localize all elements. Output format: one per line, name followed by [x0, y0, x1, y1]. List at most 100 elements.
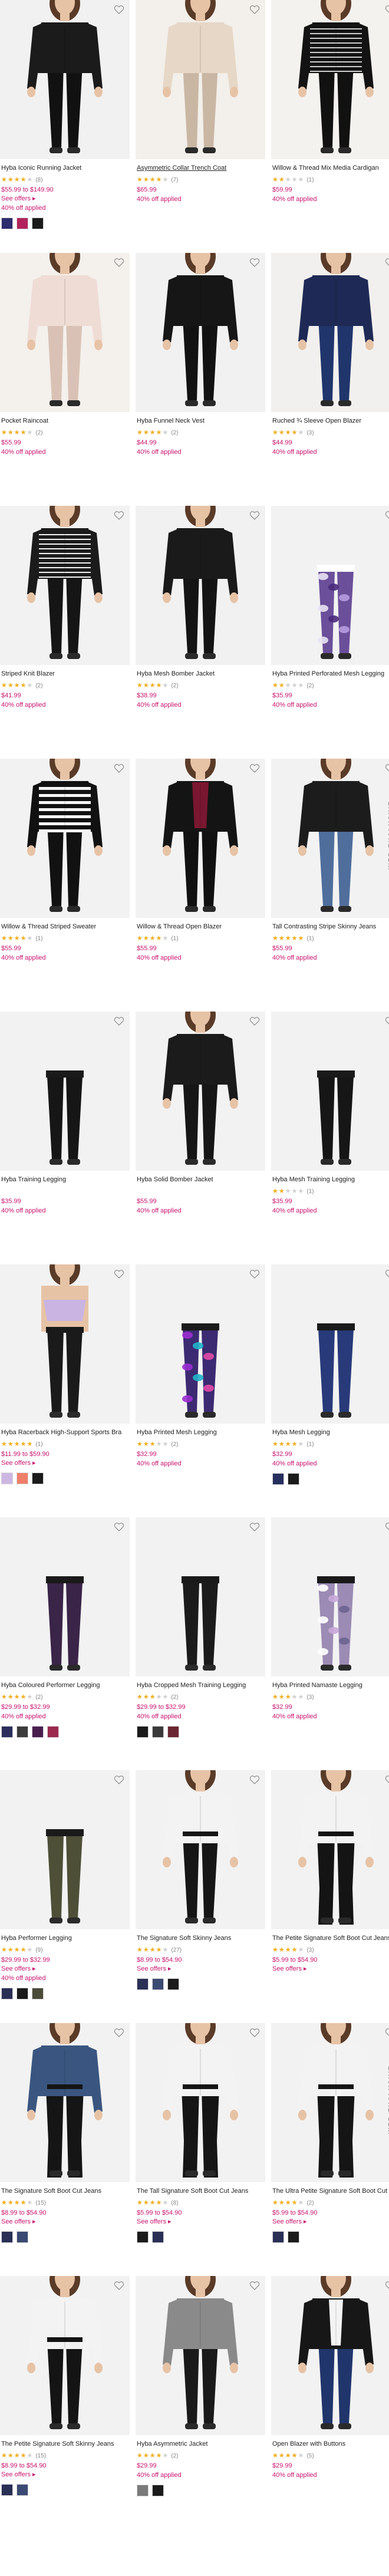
- product-image[interactable]: [0, 2023, 130, 2182]
- color-swatch[interactable]: [47, 1726, 59, 1738]
- product-image[interactable]: [271, 253, 389, 412]
- product-image[interactable]: [136, 759, 265, 918]
- product-card-15[interactable]: Hyba Mesh Training Legging ★★★★★★★★★★ (1…: [271, 1012, 389, 1264]
- see-offers-link[interactable]: See offers ▸: [1, 2218, 128, 2226]
- product-card-16[interactable]: Hyba Racerback High-Support Sports Bra ★…: [0, 1264, 130, 1517]
- color-swatch[interactable]: [152, 2231, 164, 2243]
- product-image[interactable]: [271, 0, 389, 159]
- product-image[interactable]: WEB EXCLUSIVE: [271, 759, 389, 918]
- see-offers-link[interactable]: See offers ▸: [1, 195, 128, 203]
- product-name[interactable]: Striped Knit Blazer: [1, 670, 128, 679]
- product-image[interactable]: [0, 2276, 130, 2435]
- color-swatch[interactable]: [288, 2231, 299, 2243]
- product-name[interactable]: Hyba Mesh Training Legging: [272, 1175, 389, 1185]
- heart-icon[interactable]: [249, 762, 261, 774]
- product-name[interactable]: Hyba Asymmetric Jacket: [137, 2440, 264, 2449]
- color-swatch[interactable]: [1, 2231, 13, 2243]
- product-image[interactable]: [136, 2023, 265, 2182]
- heart-icon[interactable]: [249, 4, 261, 15]
- product-name[interactable]: The Petite Signature Soft Skinny Jeans: [1, 2440, 128, 2449]
- heart-icon[interactable]: [113, 2279, 125, 2291]
- product-card-5[interactable]: Hyba Funnel Neck Vest ★★★★★★★★★★ (2) $44…: [136, 253, 265, 506]
- heart-icon[interactable]: [113, 1015, 125, 1027]
- product-name[interactable]: Open Blazer with Buttons: [272, 2440, 389, 2449]
- color-swatch[interactable]: [272, 1473, 284, 1485]
- product-name[interactable]: Hyba Performer Legging: [1, 1934, 128, 1943]
- product-card-13[interactable]: Hyba Training Legging ★★★★★★★★★★ $35.99 …: [0, 1012, 130, 1264]
- color-swatch[interactable]: [32, 1988, 44, 1999]
- heart-icon[interactable]: [384, 509, 389, 521]
- product-name[interactable]: Willow & Thread Mix Media Cardigan: [272, 164, 389, 173]
- product-card-24[interactable]: The Petite Signature Soft Boot Cut Jeans…: [271, 1770, 389, 2023]
- heart-icon[interactable]: [384, 4, 389, 15]
- product-card-29[interactable]: Hyba Asymmetric Jacket ★★★★★★★★★★ (2) $2…: [136, 2276, 265, 2529]
- heart-icon[interactable]: [249, 1268, 261, 1280]
- product-name[interactable]: Hyba Printed Perforated Mesh Legging: [272, 670, 389, 679]
- color-swatch[interactable]: [152, 2485, 164, 2496]
- heart-icon[interactable]: [113, 1268, 125, 1280]
- color-swatch[interactable]: [288, 1473, 299, 1485]
- see-offers-link[interactable]: See offers ▸: [137, 1965, 264, 1974]
- color-swatch[interactable]: [137, 1978, 149, 1990]
- see-offers-link[interactable]: See offers ▸: [1, 2470, 128, 2479]
- product-image[interactable]: [271, 1264, 389, 1424]
- product-card-11[interactable]: Willow & Thread Open Blazer ★★★★★★★★★★ (…: [136, 759, 265, 1012]
- color-swatch[interactable]: [152, 1978, 164, 1990]
- product-name[interactable]: Hyba Racerback High-Support Sports Bra: [1, 1428, 128, 1438]
- product-image[interactable]: [136, 0, 265, 159]
- product-name[interactable]: Hyba Mesh Bomber Jacket: [137, 670, 264, 679]
- product-card-6[interactable]: Ruched ¾ Sleeve Open Blazer ★★★★★★★★★★ (…: [271, 253, 389, 506]
- product-image[interactable]: [136, 253, 265, 412]
- heart-icon[interactable]: [384, 762, 389, 774]
- product-name[interactable]: The Ultra Petite Signature Soft Boot Cut…: [272, 2187, 389, 2196]
- product-name[interactable]: Hyba Solid Bomber Jacket: [137, 1175, 264, 1185]
- color-swatch[interactable]: [32, 218, 44, 229]
- heart-icon[interactable]: [113, 4, 125, 15]
- color-swatch[interactable]: [167, 1726, 179, 1738]
- product-image[interactable]: [136, 1264, 265, 1424]
- heart-icon[interactable]: [249, 256, 261, 268]
- color-swatch[interactable]: [1, 2484, 13, 2496]
- product-name[interactable]: Hyba Printed Namaste Legging: [272, 1681, 389, 1691]
- color-swatch[interactable]: [32, 1726, 44, 1738]
- color-swatch[interactable]: [272, 2231, 284, 2243]
- color-swatch[interactable]: [1, 1988, 13, 1999]
- color-swatch[interactable]: [137, 2485, 149, 2496]
- product-name[interactable]: The Signature Soft Skinny Jeans: [137, 1934, 264, 1943]
- color-swatch[interactable]: [17, 2231, 28, 2243]
- product-image[interactable]: [136, 1517, 265, 1676]
- heart-icon[interactable]: [249, 1774, 261, 1786]
- color-swatch[interactable]: [1, 1726, 13, 1738]
- product-card-10[interactable]: Willow & Thread Striped Sweater ★★★★★ ★★★…: [0, 759, 130, 1012]
- color-swatch[interactable]: [137, 2231, 149, 2243]
- product-image[interactable]: [0, 253, 130, 412]
- product-card-17[interactable]: Hyba Printed Mesh Legging ★★★★★★★★★★ (2)…: [136, 1264, 265, 1517]
- see-offers-link[interactable]: See offers ▸: [137, 2218, 264, 2226]
- color-swatch[interactable]: [17, 2484, 28, 2496]
- product-card-18[interactable]: Hyba Mesh Legging ★★★★★★★★★★ (1) $32.99 …: [271, 1264, 389, 1517]
- product-image[interactable]: [0, 1264, 130, 1424]
- product-card-21[interactable]: Hyba Printed Namaste Legging ★★★★★★★★★★ …: [271, 1517, 389, 1770]
- product-name[interactable]: Hyba Printed Mesh Legging: [137, 1428, 264, 1438]
- product-image[interactable]: [136, 2276, 265, 2435]
- heart-icon[interactable]: [249, 2279, 261, 2291]
- product-image[interactable]: [0, 506, 130, 665]
- product-image[interactable]: [0, 1517, 130, 1676]
- product-name[interactable]: Hyba Mesh Legging: [272, 1428, 389, 1438]
- product-name[interactable]: Hyba Coloured Performer Legging: [1, 1681, 128, 1691]
- heart-icon[interactable]: [384, 2279, 389, 2291]
- product-name[interactable]: Pocket Raincoat: [1, 417, 128, 426]
- see-offers-link[interactable]: See offers ▸: [272, 1965, 389, 1974]
- product-name[interactable]: The Signature Soft Boot Cut Jeans: [1, 2187, 128, 2196]
- product-name[interactable]: Hyba Iconic Running Jacket: [1, 164, 128, 173]
- product-image[interactable]: [0, 0, 130, 159]
- product-image[interactable]: [271, 1770, 389, 1929]
- heart-icon[interactable]: [249, 2027, 261, 2038]
- color-swatch[interactable]: [167, 1978, 179, 1990]
- color-swatch[interactable]: [152, 1726, 164, 1738]
- color-swatch[interactable]: [32, 1473, 44, 1484]
- color-swatch[interactable]: [17, 1473, 28, 1484]
- product-card-22[interactable]: Hyba Performer Legging ★★★★★★★★★★ (9) $2…: [0, 1770, 130, 2023]
- color-swatch[interactable]: [1, 1473, 13, 1484]
- product-card-28[interactable]: The Petite Signature Soft Skinny Jeans ★…: [0, 2276, 130, 2529]
